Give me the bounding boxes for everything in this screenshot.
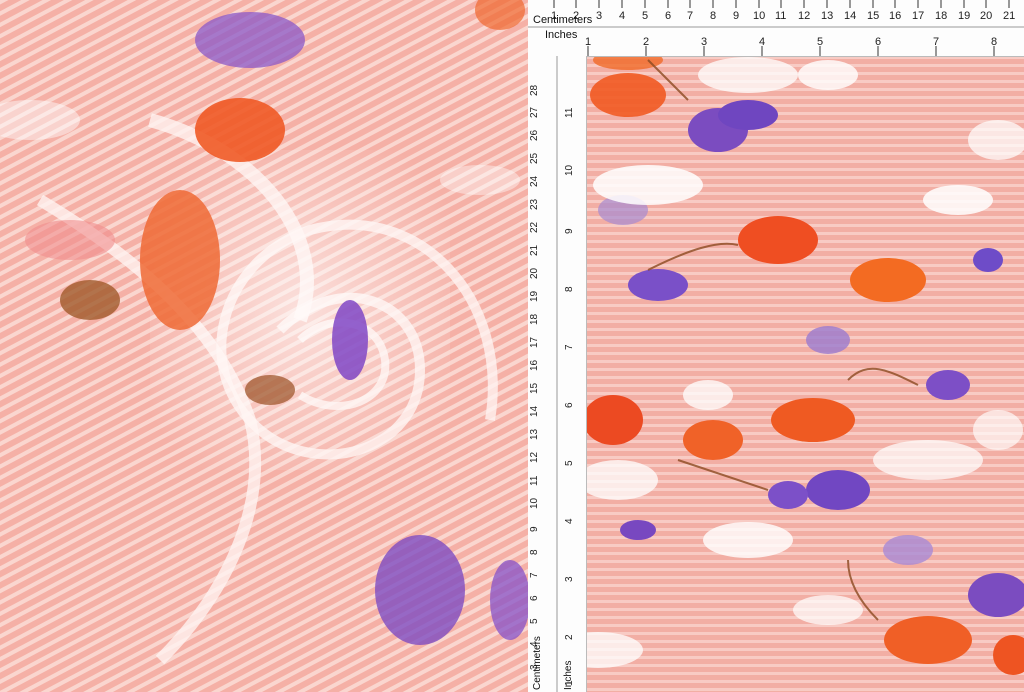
top-in-tick-7: 7 [933,36,939,48]
side-cm-tick-11: 11 [529,475,540,486]
side-cm-tick-27: 27 [529,106,540,118]
top-ruler-inches-label: Inches [545,29,578,41]
side-in-tick-9: 9 [564,228,575,234]
top-cm-tick-5: 5 [642,10,648,22]
side-cm-tick-9: 9 [529,526,540,532]
top-cm-tick-4: 4 [619,10,625,22]
side-cm-tick-15: 15 [529,382,540,394]
top-cm-tick-17: 17 [912,10,924,22]
top-cm-tick-20: 20 [980,10,992,22]
side-cm-tick-5: 5 [529,618,540,624]
side-in-tick-10: 10 [564,164,575,176]
top-in-tick-3: 3 [701,36,707,48]
top-cm-tick-3: 3 [596,10,602,22]
top-ruler: 1 2 3 4 5 6 7 8 9 10 11 12 13 14 15 16 1… [528,0,1024,57]
side-cm-tick-24: 24 [529,175,540,187]
side-cm-tick-28: 28 [529,84,540,96]
top-in-tick-6: 6 [875,36,881,48]
side-cm-tick-26: 26 [529,129,540,141]
side-cm-tick-18: 18 [529,313,540,325]
top-cm-tick-7: 7 [687,10,693,22]
side-in-tick-2: 2 [564,634,575,640]
top-in-tick-1: 1 [585,36,591,48]
left-ruler-scale: 28 27 26 25 24 23 22 21 20 19 18 17 16 1… [529,56,575,692]
top-cm-tick-11: 11 [775,10,786,22]
side-cm-tick-17: 17 [529,336,540,348]
side-ruler-inches-label: Inches [563,660,574,690]
top-cm-tick-18: 18 [935,10,947,22]
top-cm-tick-15: 15 [867,10,879,22]
top-cm-tick-16: 16 [889,10,901,22]
side-in-tick-3: 3 [564,576,575,582]
top-cm-tick-21: 21 [1003,10,1015,22]
side-in-tick-6: 6 [564,402,575,408]
top-in-tick-5: 5 [817,36,823,48]
top-in-tick-8: 8 [991,36,997,48]
top-cm-tick-10: 10 [753,10,765,22]
top-in-tick-4: 4 [759,36,765,48]
side-cm-tick-13: 13 [529,428,540,440]
pleated-fabric-artwork [0,0,528,692]
top-cm-tick-8: 8 [710,10,716,22]
side-cm-tick-14: 14 [529,405,540,417]
flat-pleated-fabric-artwork [528,0,1024,692]
side-cm-tick-20: 20 [529,267,540,279]
side-cm-tick-23: 23 [529,198,540,210]
top-cm-tick-13: 13 [821,10,833,22]
side-in-tick-4: 4 [564,518,575,524]
side-cm-tick-22: 22 [529,221,540,233]
side-cm-tick-19: 19 [529,290,540,302]
top-cm-tick-9: 9 [733,10,739,22]
top-in-tick-2: 2 [643,36,649,48]
side-cm-tick-16: 16 [529,359,540,371]
side-cm-tick-25: 25 [529,152,540,164]
top-ruler-centimeters-label: Centimeters [533,14,593,26]
draped-fabric-photo [0,0,528,692]
side-in-tick-8: 8 [564,286,575,292]
side-in-tick-11: 11 [564,107,575,118]
side-in-tick-5: 5 [564,460,575,466]
top-cm-tick-12: 12 [798,10,810,22]
left-ruler: 28 27 26 25 24 23 22 21 20 19 18 17 16 1… [528,56,587,692]
side-cm-tick-21: 21 [529,244,540,256]
top-ruler-scale: 1 2 3 4 5 6 7 8 9 10 11 12 13 14 15 16 1… [528,0,1024,56]
top-cm-tick-6: 6 [665,10,671,22]
side-cm-tick-8: 8 [529,549,540,555]
side-in-tick-7: 7 [564,344,575,350]
side-cm-tick-10: 10 [529,497,540,509]
side-cm-tick-6: 6 [529,595,540,601]
flat-fabric-photo [528,0,1024,692]
top-cm-tick-19: 19 [958,10,970,22]
side-cm-tick-7: 7 [529,572,540,578]
top-cm-tick-14: 14 [844,10,856,22]
side-cm-tick-12: 12 [529,451,540,463]
side-ruler-centimeters-label: Centimeters [532,636,543,690]
